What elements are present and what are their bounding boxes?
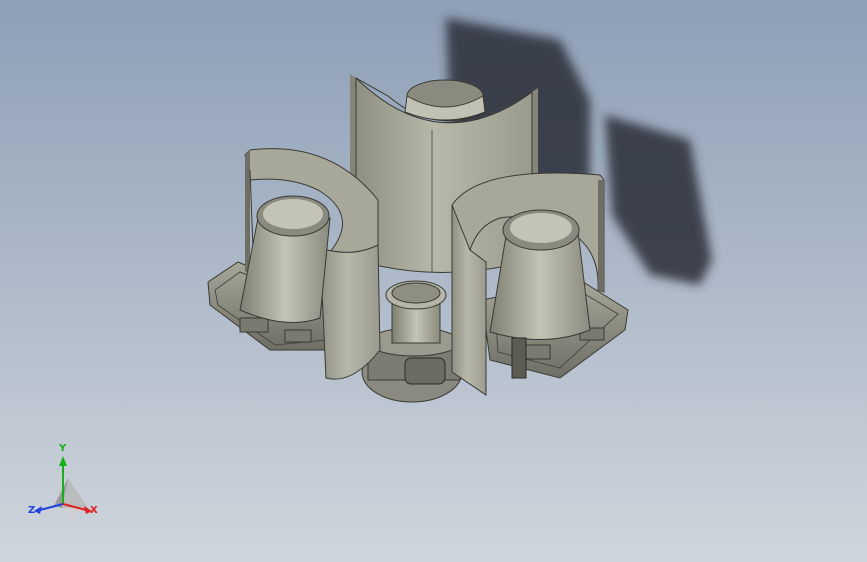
y-axis-label: Y <box>59 443 67 454</box>
3d-model-view[interactable] <box>0 0 867 562</box>
x-axis-label: X <box>90 505 98 516</box>
z-axis-label: Z <box>28 505 36 516</box>
graphics-viewport[interactable]: Y X Z <box>0 0 867 562</box>
coordinate-triad[interactable]: Y X Z <box>26 444 106 524</box>
left-cone <box>239 195 331 323</box>
